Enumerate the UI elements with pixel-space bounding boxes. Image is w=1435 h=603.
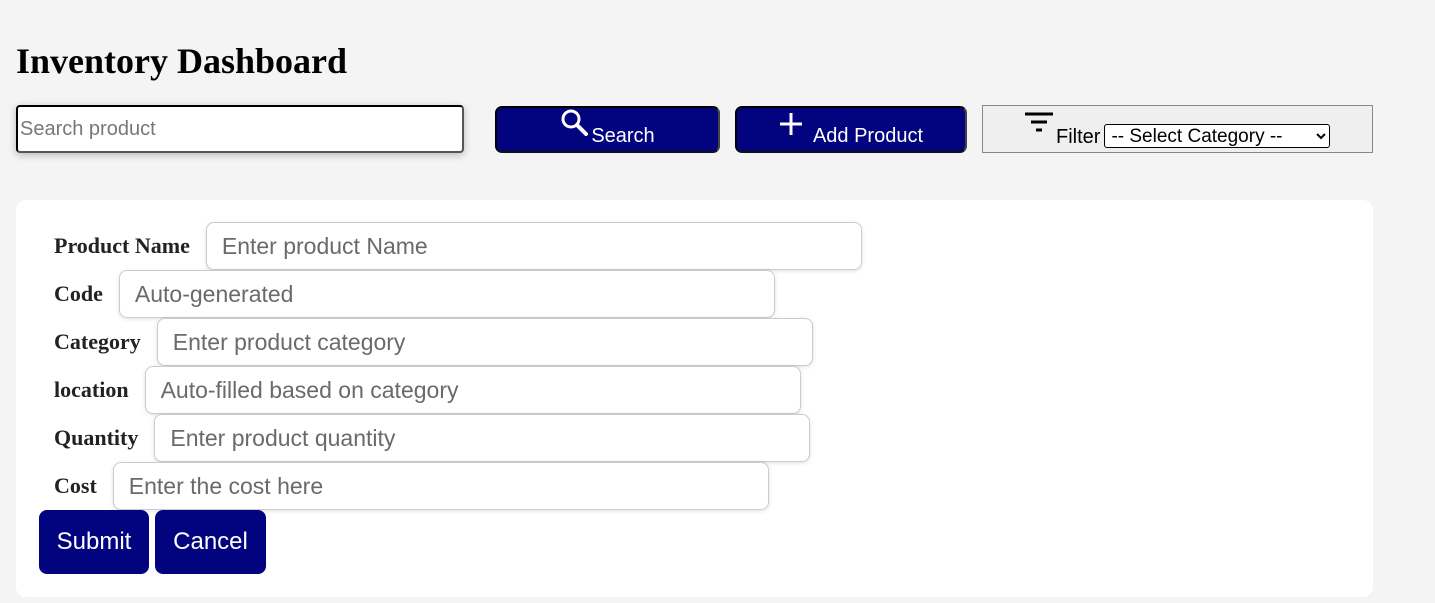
form-row-category: Category [54,318,813,366]
quantity-input[interactable] [154,414,811,462]
category-input[interactable] [156,318,813,366]
product-name-label: Product Name [54,233,190,258]
search-input[interactable] [16,105,464,153]
page-title: Inventory Dashboard [16,41,348,81]
plus-icon [779,112,803,142]
form-row-quantity: Quantity [54,414,811,462]
category-label: Category [54,329,141,354]
cancel-button[interactable]: Cancel [155,510,266,574]
form-row-code: Code [54,270,775,318]
add-product-button[interactable]: Add Product [735,106,967,153]
code-label: Code [54,281,103,306]
product-name-input[interactable] [205,222,862,270]
code-input[interactable] [118,270,775,318]
filter-icon [1024,112,1054,140]
quantity-label: Quantity [54,425,139,450]
product-form: Product Name Code Category location Quan… [16,200,1373,597]
cost-label: Cost [54,473,97,498]
category-filter-select[interactable]: -- Select Category -- [1104,124,1331,148]
filter-label: Filter [1056,126,1101,148]
search-icon [560,108,589,142]
add-product-button-label: Add Product [812,125,924,147]
location-input[interactable] [144,366,801,414]
form-row-cost: Cost [54,462,769,510]
form-row-product-name: Product Name [54,222,862,270]
filter-panel: Filter -- Select Category -- [982,105,1373,153]
location-label: location [54,377,129,402]
form-row-location: location [54,366,801,414]
cost-input[interactable] [112,462,769,510]
submit-button[interactable]: Submit [39,510,149,574]
search-button-label: Search [591,125,655,147]
search-button[interactable]: Search [495,106,720,153]
